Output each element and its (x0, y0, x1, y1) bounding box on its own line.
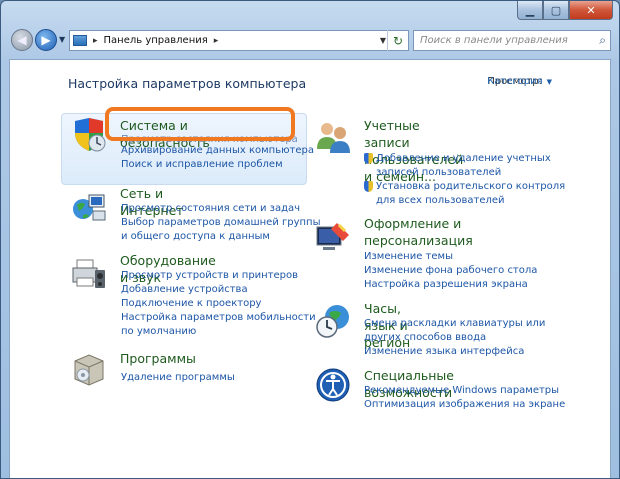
ease-of-access-icon (315, 367, 351, 403)
back-button[interactable]: ◀ (11, 29, 33, 51)
search-input[interactable]: Поиск в панели управления ⌕ (413, 30, 611, 51)
highlight-annotation (105, 107, 295, 141)
link-parental-controls[interactable]: Установка родительского контроля (376, 180, 565, 194)
link-change-display-language[interactable]: Изменение языка интерфейса (364, 345, 545, 359)
link-change-theme[interactable]: Изменение темы (364, 250, 537, 264)
link-screen-resolution[interactable]: Настройка разрешения экрана (364, 278, 537, 292)
link-recommended-settings[interactable]: Рекомендуемые Windows параметры (364, 384, 565, 398)
programs-box-icon (71, 351, 107, 387)
link-optimize-visual-display[interactable]: Оптимизация изображения на экране (364, 398, 565, 412)
category-title-user-accounts-line1[interactable]: Учетные записи (364, 117, 463, 151)
minimize-button[interactable]: ▁ (517, 1, 543, 20)
link-parental-controls-cont[interactable]: для всех пользователей (376, 194, 565, 208)
category-title-appearance-line2[interactable]: персонализация (364, 232, 473, 249)
appearance-icon (315, 219, 351, 255)
link-uninstall-program[interactable]: Удаление программы (121, 371, 235, 385)
control-panel-window: ▁ ▢ ✕ ◀ ▶ ▼ ▸ Панель управления ▸ ▼ ↻ По… (0, 0, 620, 479)
view-mode-dropdown[interactable]: Категория ▼ (487, 76, 552, 89)
maximize-button[interactable]: ▢ (543, 1, 569, 20)
link-network-status[interactable]: Просмотр состояния сети и задач (121, 202, 320, 216)
link-change-background[interactable]: Изменение фона рабочего стола (364, 264, 537, 278)
arrow-right-icon: ▶ (41, 33, 51, 47)
category-title-appearance-line1[interactable]: Оформление и (364, 215, 473, 232)
clock-globe-icon (315, 303, 351, 339)
link-mobility-default[interactable]: по умолчанию (121, 325, 316, 339)
breadcrumb-arrow[interactable]: ▸ (214, 36, 219, 46)
uac-shield-icon (364, 181, 373, 192)
recent-pages-dropdown[interactable]: ▼ (59, 35, 65, 44)
breadcrumb-separator[interactable]: ▸ (93, 36, 98, 46)
users-icon (315, 119, 351, 155)
link-backup-computer[interactable]: Архивирование данных компьютера (121, 144, 314, 158)
link-mobility-settings[interactable]: Настройка параметров мобильности (121, 311, 316, 325)
page-title: Настройка параметров компьютера (68, 76, 307, 91)
close-button[interactable]: ✕ (569, 1, 613, 20)
link-add-device[interactable]: Добавление устройства (121, 283, 316, 297)
shield-icon (71, 117, 107, 153)
network-globe-icon (71, 189, 107, 225)
uac-shield-icon (364, 153, 373, 164)
arrow-left-icon: ◀ (17, 33, 27, 47)
printer-icon (71, 256, 107, 292)
control-panel-icon (73, 35, 87, 46)
refresh-icon[interactable]: ↻ (387, 30, 408, 51)
breadcrumb-control-panel[interactable]: Панель управления (104, 35, 208, 46)
chevron-down-icon: ▼ (546, 78, 552, 86)
link-change-keyboard[interactable]: Смена раскладки клавиатуры или (364, 317, 545, 331)
link-devices-printers[interactable]: Просмотр устройств и принтеров (121, 269, 316, 283)
search-icon[interactable]: ⌕ (599, 33, 606, 48)
address-dropdown-icon[interactable]: ▼ (380, 36, 386, 45)
forward-button[interactable]: ▶ (35, 29, 57, 51)
link-sharing[interactable]: и общего доступа к данным (121, 230, 320, 244)
link-add-remove-accounts[interactable]: Добавление и удаление учетных (376, 152, 551, 166)
link-input-methods[interactable]: других способов ввода (364, 331, 545, 345)
caption-buttons: ▁ ▢ ✕ (517, 1, 613, 21)
address-bar[interactable]: ▸ Панель управления ▸ ▼ ↻ (69, 30, 409, 51)
link-add-remove-accounts-cont[interactable]: записей пользователей (376, 166, 551, 180)
link-homegroup-options[interactable]: Выбор параметров домашней группы (121, 216, 320, 230)
category-title-programs[interactable]: Программы (120, 350, 196, 367)
link-troubleshoot[interactable]: Поиск и исправление проблем (121, 158, 314, 172)
search-placeholder: Поиск в панели управления (420, 35, 568, 46)
navigation-bar: ◀ ▶ ▼ ▸ Панель управления ▸ ▼ ↻ Поиск в … (9, 28, 611, 54)
link-connect-projector[interactable]: Подключение к проектору (121, 297, 316, 311)
view-mode-value: Категория (487, 76, 543, 87)
